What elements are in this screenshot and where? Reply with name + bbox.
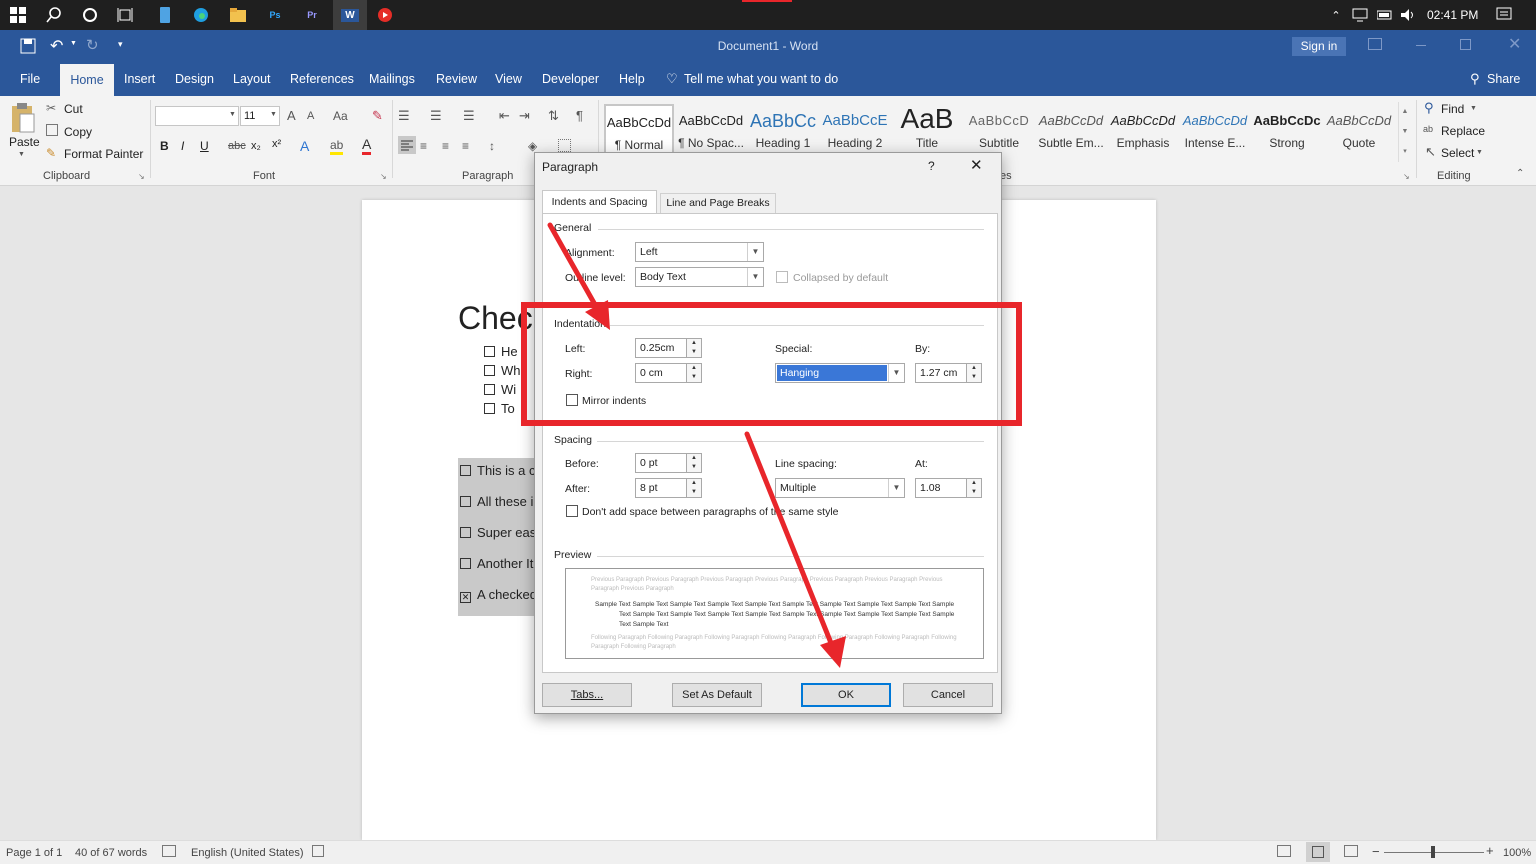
print-layout-icon[interactable] bbox=[1306, 842, 1330, 862]
accessibility-icon[interactable] bbox=[312, 845, 324, 857]
zoom-slider-thumb[interactable] bbox=[1431, 846, 1435, 858]
annotation-overlay bbox=[521, 222, 1022, 668]
language[interactable]: English (United States) bbox=[191, 847, 304, 859]
zoom-level[interactable]: 100% bbox=[1503, 847, 1531, 859]
word-count[interactable]: 40 of 67 words bbox=[75, 847, 147, 859]
zoom-in-icon[interactable]: + bbox=[1486, 843, 1494, 858]
status-bar: Page 1 of 1 40 of 67 words English (Unit… bbox=[0, 840, 1536, 864]
arrow-to-indentation bbox=[547, 222, 610, 330]
read-mode-icon[interactable] bbox=[1277, 845, 1291, 857]
page-count[interactable]: Page 1 of 1 bbox=[6, 847, 62, 859]
zoom-out-icon[interactable]: − bbox=[1372, 844, 1380, 859]
proofing-icon[interactable] bbox=[162, 845, 176, 857]
indentation-highlight-box bbox=[521, 302, 1022, 426]
arrow-to-ok-button bbox=[744, 431, 846, 668]
web-layout-icon[interactable] bbox=[1344, 845, 1358, 857]
